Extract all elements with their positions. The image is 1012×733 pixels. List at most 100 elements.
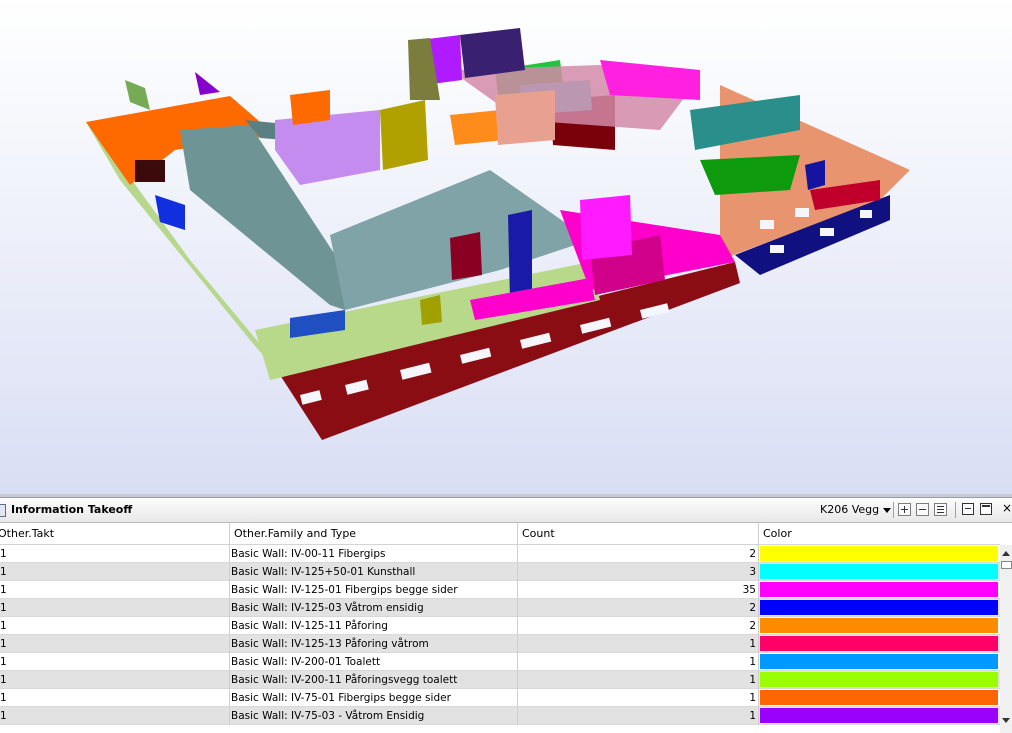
color-swatch[interactable] bbox=[760, 708, 998, 723]
cell-count: 2 bbox=[518, 617, 759, 635]
color-swatch[interactable] bbox=[760, 600, 998, 615]
vertical-scrollbar[interactable] bbox=[1000, 545, 1012, 733]
wall-violet-left bbox=[195, 72, 220, 95]
cell-takt: 1 bbox=[0, 563, 230, 581]
cell-color[interactable] bbox=[759, 581, 1000, 599]
list-icon bbox=[937, 506, 944, 507]
table-row[interactable]: 1 Basic Wall: IV-200-11 Påforingsvegg toa… bbox=[0, 671, 1000, 689]
wall-violet-center bbox=[580, 195, 632, 260]
cell-family-type: Basic Wall: IV-200-11 Påforingsvegg toal… bbox=[230, 671, 518, 689]
color-swatch[interactable] bbox=[760, 690, 998, 705]
wall-olive bbox=[380, 100, 428, 170]
toolbar-separator bbox=[955, 502, 956, 518]
color-swatch[interactable] bbox=[760, 654, 998, 669]
cell-color[interactable] bbox=[759, 545, 1000, 563]
cell-takt: 1 bbox=[0, 617, 230, 635]
color-swatch[interactable] bbox=[760, 564, 998, 579]
cell-color[interactable] bbox=[759, 599, 1000, 617]
building-model[interactable] bbox=[0, 0, 1012, 494]
cell-count: 2 bbox=[518, 599, 759, 617]
table-row[interactable]: 1 Basic Wall: IV-125+50-01 Kunsthall 3 bbox=[0, 563, 1000, 581]
panel-titlebar: Information Takeoff K206 Vegg × bbox=[0, 498, 1012, 523]
cell-color[interactable] bbox=[759, 671, 1000, 689]
table-row[interactable]: 1 Basic Wall: IV-75-01 Fibergips begge si… bbox=[0, 689, 1000, 707]
cell-family-type: Basic Wall: IV-125-13 Påforing våtrom bbox=[230, 635, 518, 653]
cell-count: 2 bbox=[518, 545, 759, 563]
column-header-takt[interactable]: Other.Takt bbox=[0, 523, 230, 544]
cell-count: 1 bbox=[518, 689, 759, 707]
block-orange-door bbox=[135, 160, 165, 182]
cell-color[interactable] bbox=[759, 653, 1000, 671]
scrollbar-thumb[interactable] bbox=[1001, 561, 1012, 569]
list-icon-bottom bbox=[937, 512, 944, 513]
cell-takt: 1 bbox=[0, 671, 230, 689]
column-header-color[interactable]: Color bbox=[759, 523, 1000, 544]
floor-violet bbox=[275, 110, 380, 185]
restore-window-button[interactable] bbox=[962, 503, 974, 515]
scroll-down-icon[interactable] bbox=[1002, 718, 1010, 723]
wall-salmon-back bbox=[495, 90, 555, 145]
cell-family-type: Basic Wall: IV-00-11 Fibergips bbox=[230, 545, 518, 563]
toolbar-separator bbox=[893, 502, 894, 518]
wall-green-right bbox=[700, 155, 800, 195]
cell-family-type: Basic Wall: IV-125+50-01 Kunsthall bbox=[230, 563, 518, 581]
wall-green-left bbox=[125, 80, 150, 110]
chevron-down-icon bbox=[883, 507, 892, 513]
cell-color[interactable] bbox=[759, 707, 1000, 725]
close-button[interactable]: × bbox=[998, 501, 1012, 517]
wall-orange-small bbox=[290, 90, 330, 125]
cell-takt: 1 bbox=[0, 707, 230, 725]
cell-color[interactable] bbox=[759, 563, 1000, 581]
wall-olive-small bbox=[420, 295, 442, 325]
profile-dropdown[interactable]: K206 Vegg bbox=[814, 501, 893, 518]
cell-family-type: Basic Wall: IV-125-03 Våtrom ensidig bbox=[230, 599, 518, 617]
cell-takt: 1 bbox=[0, 581, 230, 599]
cell-count: 1 bbox=[518, 653, 759, 671]
color-swatch[interactable] bbox=[760, 582, 998, 597]
table-row[interactable]: 1 Basic Wall: IV-125-03 Våtrom ensidig 2 bbox=[0, 599, 1000, 617]
color-swatch[interactable] bbox=[760, 636, 998, 651]
table-row[interactable]: 1 Basic Wall: IV-125-11 Påforing 2 bbox=[0, 617, 1000, 635]
cell-takt: 1 bbox=[0, 653, 230, 671]
wall-navy-back bbox=[460, 28, 525, 78]
scroll-up-icon[interactable] bbox=[1002, 551, 1010, 556]
cell-takt: 1 bbox=[0, 599, 230, 617]
cell-count: 1 bbox=[518, 635, 759, 653]
table-row[interactable]: 1 Basic Wall: IV-200-01 Toalett 1 bbox=[0, 653, 1000, 671]
cell-count: 3 bbox=[518, 563, 759, 581]
cell-family-type: Basic Wall: IV-125-01 Fibergips begge si… bbox=[230, 581, 518, 599]
table-row[interactable]: 1 Basic Wall: IV-00-11 Fibergips 2 bbox=[0, 545, 1000, 563]
maximize-button[interactable] bbox=[980, 503, 992, 515]
column-header-family[interactable]: Other.Family and Type bbox=[230, 523, 518, 544]
table-row[interactable]: 1 Basic Wall: IV-125-13 Påforing våtrom 1 bbox=[0, 635, 1000, 653]
column-header-count[interactable]: Count bbox=[518, 523, 759, 544]
cell-color[interactable] bbox=[759, 689, 1000, 707]
information-takeoff-panel: Information Takeoff K206 Vegg × Other.Ta… bbox=[0, 498, 1012, 733]
color-swatch[interactable] bbox=[760, 618, 998, 633]
cell-color[interactable] bbox=[759, 635, 1000, 653]
list-icon-mid bbox=[937, 509, 944, 510]
cell-color[interactable] bbox=[759, 617, 1000, 635]
cell-count: 1 bbox=[518, 671, 759, 689]
table-row[interactable]: 1 Basic Wall: IV-125-01 Fibergips begge s… bbox=[0, 581, 1000, 599]
color-swatch[interactable] bbox=[760, 546, 998, 561]
color-swatch[interactable] bbox=[760, 672, 998, 687]
restore-window-icon bbox=[965, 508, 971, 509]
3d-model-viewport[interactable] bbox=[0, 0, 1012, 494]
list-button[interactable] bbox=[934, 503, 947, 516]
wall-navy-right bbox=[805, 160, 825, 190]
plus-icon-vertical bbox=[904, 506, 905, 513]
cell-family-type: Basic Wall: IV-200-01 Toalett bbox=[230, 653, 518, 671]
cell-family-type: Basic Wall: IV-125-11 Påforing bbox=[230, 617, 518, 635]
close-icon: × bbox=[1002, 501, 1012, 515]
cell-count: 1 bbox=[518, 707, 759, 725]
wall-navy-center bbox=[508, 210, 532, 300]
remove-row-button[interactable] bbox=[916, 503, 929, 516]
cell-count: 35 bbox=[518, 581, 759, 599]
cell-family-type: Basic Wall: IV-75-01 Fibergips begge sid… bbox=[230, 689, 518, 707]
profile-dropdown-value: K206 Vegg bbox=[820, 503, 880, 516]
cell-takt: 1 bbox=[0, 545, 230, 563]
add-row-button[interactable] bbox=[898, 503, 911, 516]
table-row[interactable]: 1 Basic Wall: IV-75-03 - Våtrom Ensidig 1 bbox=[0, 707, 1000, 725]
cell-takt: 1 bbox=[0, 635, 230, 653]
